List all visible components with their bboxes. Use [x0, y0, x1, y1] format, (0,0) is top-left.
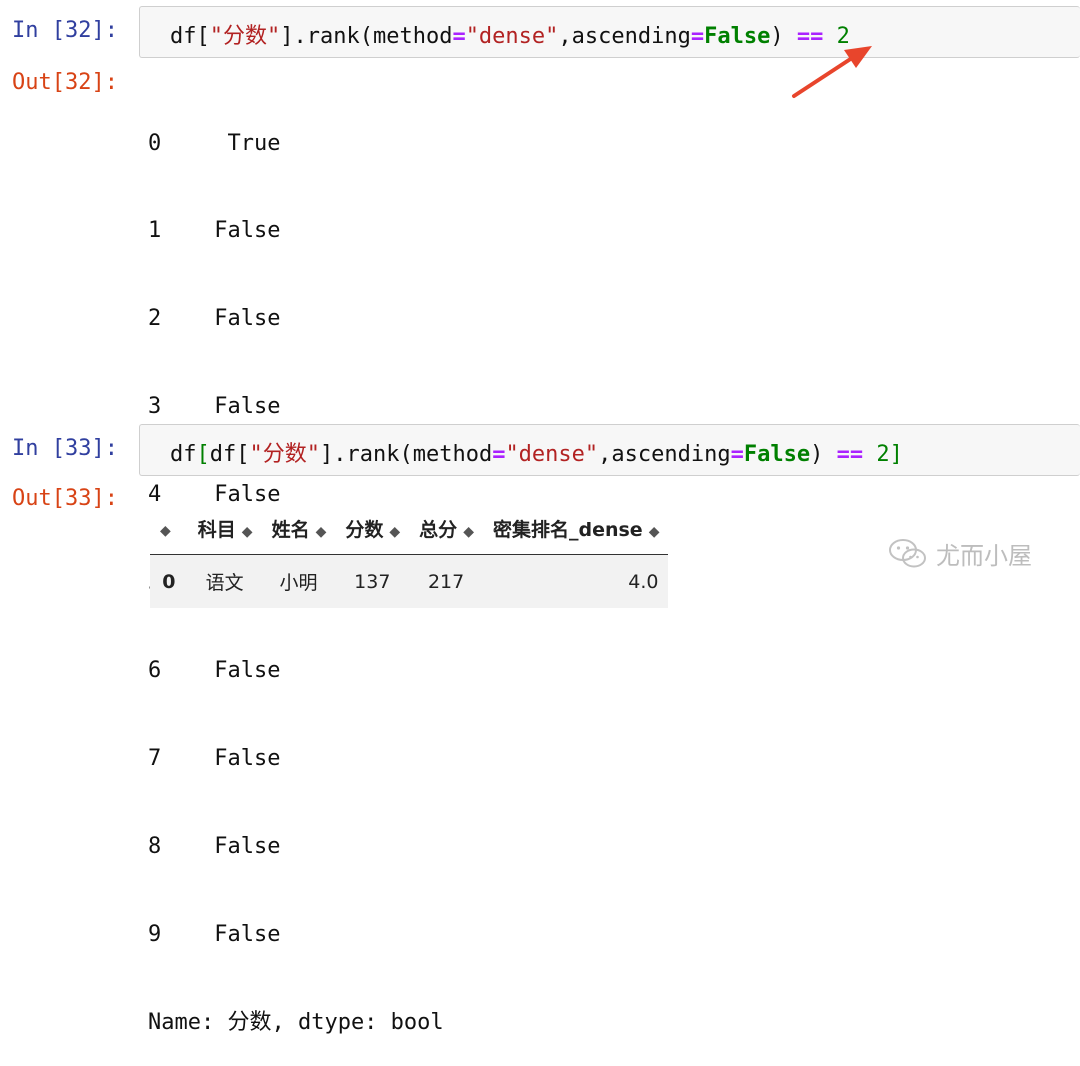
- code-string: "dense": [505, 442, 599, 467]
- row-index: 8: [148, 833, 162, 859]
- row-index: 3: [148, 394, 162, 420]
- table-row: 0 语文 小明 137 217 4.0: [150, 554, 669, 608]
- code-bracket: [: [196, 442, 210, 467]
- cell-32-input-prompt: In [32]:: [12, 18, 118, 43]
- cell-33-code-line[interactable]: df[df["分数"].rank(method="dense",ascendin…: [170, 436, 903, 468]
- row-index: 9: [148, 921, 162, 947]
- table-cell: 小明: [279, 572, 318, 594]
- code-token: ].rank(method: [320, 442, 493, 467]
- watermark: 尤而小屋: [888, 536, 1032, 571]
- code-operator: =: [730, 442, 744, 467]
- column-header[interactable]: 分数 ◆: [335, 503, 410, 555]
- column-header[interactable]: 姓名 ◆: [261, 503, 336, 555]
- row-value: False: [214, 657, 281, 683]
- annotation-arrow-icon: [792, 46, 872, 98]
- code-bracket: ]: [889, 442, 903, 467]
- row-value: False: [214, 833, 281, 859]
- row-value: False: [214, 306, 281, 332]
- sort-icon[interactable]: ◆: [649, 524, 660, 540]
- column-header[interactable]: 密集排名_dense ◆: [482, 503, 669, 555]
- code-token: df[: [170, 24, 210, 49]
- dataframe-table: ◆ 科目 ◆ 姓名 ◆ 分数 ◆ 总分 ◆ 密集排名_dense ◆ 0 语文 小明 13…: [150, 503, 669, 608]
- output-row: 6 False: [148, 656, 444, 685]
- code-operator: ==: [836, 442, 864, 467]
- code-token: df[: [209, 442, 250, 467]
- sort-icon[interactable]: ◆: [242, 524, 253, 540]
- table-cell: 语文: [205, 572, 244, 594]
- row-index: 7: [148, 745, 162, 771]
- sort-icon[interactable]: ◆: [316, 524, 327, 540]
- code-token: ].rank(method: [280, 24, 453, 49]
- row-value: True: [227, 130, 281, 156]
- code-operator: =: [690, 24, 705, 49]
- cell-32-code-line[interactable]: df["分数"].rank(method="dense",ascending=F…: [170, 18, 850, 50]
- watermark-text: 尤而小屋: [936, 542, 1032, 570]
- code-operator: =: [452, 24, 466, 49]
- row-value: False: [214, 394, 281, 420]
- cell-33-output-prompt: Out[33]:: [12, 486, 118, 511]
- code-number: 2: [876, 442, 890, 467]
- index-header[interactable]: ◆: [150, 503, 188, 555]
- row-index: 1: [148, 218, 162, 244]
- row-index: 0: [162, 570, 176, 593]
- code-token: ,ascending: [558, 24, 691, 49]
- output-row: 9 False: [148, 920, 444, 949]
- table-header-row: ◆ 科目 ◆ 姓名 ◆ 分数 ◆ 总分 ◆ 密集排名_dense ◆: [150, 503, 669, 555]
- wechat-icon: [889, 538, 926, 567]
- sort-icon[interactable]: ◆: [389, 524, 400, 540]
- output-row: 3 False: [148, 392, 444, 421]
- row-value: False: [214, 745, 281, 771]
- output-row: 2 False: [148, 304, 444, 333]
- column-header[interactable]: 科目 ◆: [187, 503, 262, 555]
- table-cell: 137: [354, 570, 391, 593]
- output-row: 0 True: [148, 129, 444, 158]
- code-token: ,ascending: [598, 442, 731, 467]
- code-string: "分数": [209, 24, 281, 49]
- code-keyword: False: [743, 442, 811, 467]
- table-cell: 4.0: [628, 570, 659, 593]
- column-header[interactable]: 总分 ◆: [409, 503, 483, 555]
- code-operator: =: [492, 442, 506, 467]
- code-token: df: [170, 442, 197, 467]
- sort-icon[interactable]: ◆: [160, 523, 171, 539]
- table-cell: 217: [427, 570, 465, 593]
- sort-icon[interactable]: ◆: [463, 524, 474, 540]
- code-keyword: False: [704, 24, 771, 49]
- row-value: False: [214, 921, 281, 947]
- row-index: 2: [148, 306, 162, 332]
- row-value: False: [214, 218, 281, 244]
- series-footer: Name: 分数, dtype: bool: [148, 1009, 444, 1035]
- row-index: 0: [148, 130, 162, 156]
- output-row: 1 False: [148, 216, 444, 245]
- output-row: 8 False: [148, 832, 444, 861]
- code-string: "dense": [465, 24, 559, 49]
- code-string: "分数": [249, 442, 321, 467]
- cell-32-output-prompt: Out[32]:: [12, 70, 118, 95]
- code-token: ): [810, 442, 837, 467]
- row-index: 6: [148, 657, 162, 683]
- output-row: 7 False: [148, 744, 444, 773]
- cell-33-input-prompt: In [33]:: [12, 436, 118, 461]
